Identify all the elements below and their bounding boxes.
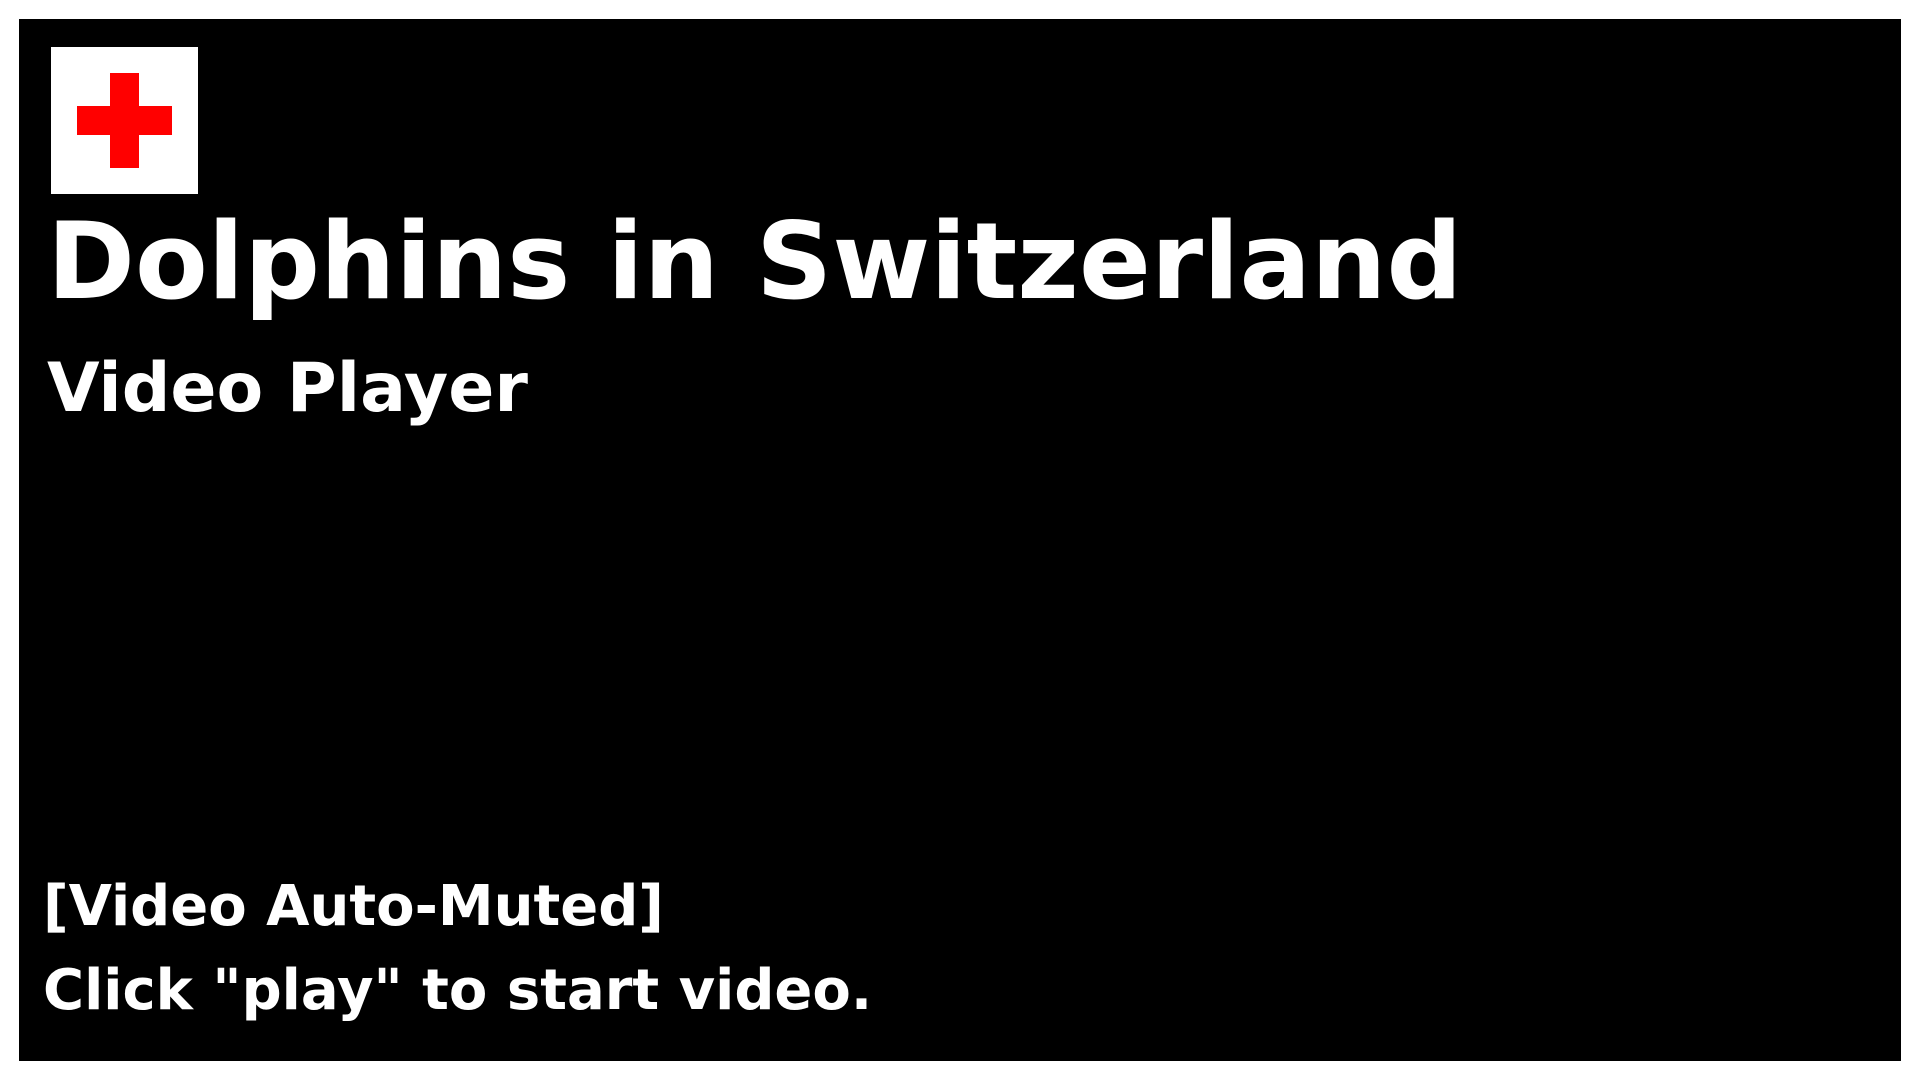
flag-cross-horizontal bbox=[77, 106, 172, 135]
play-hint-text: Click "play" to start video. bbox=[43, 958, 873, 1023]
swiss-flag-icon bbox=[51, 47, 198, 194]
auto-muted-notice: [Video Auto-Muted] bbox=[43, 874, 664, 939]
video-player[interactable]: Dolphins in Switzerland Video Player [Vi… bbox=[19, 19, 1901, 1061]
video-subtitle: Video Player bbox=[47, 349, 528, 428]
video-title: Dolphins in Switzerland bbox=[47, 200, 1463, 323]
